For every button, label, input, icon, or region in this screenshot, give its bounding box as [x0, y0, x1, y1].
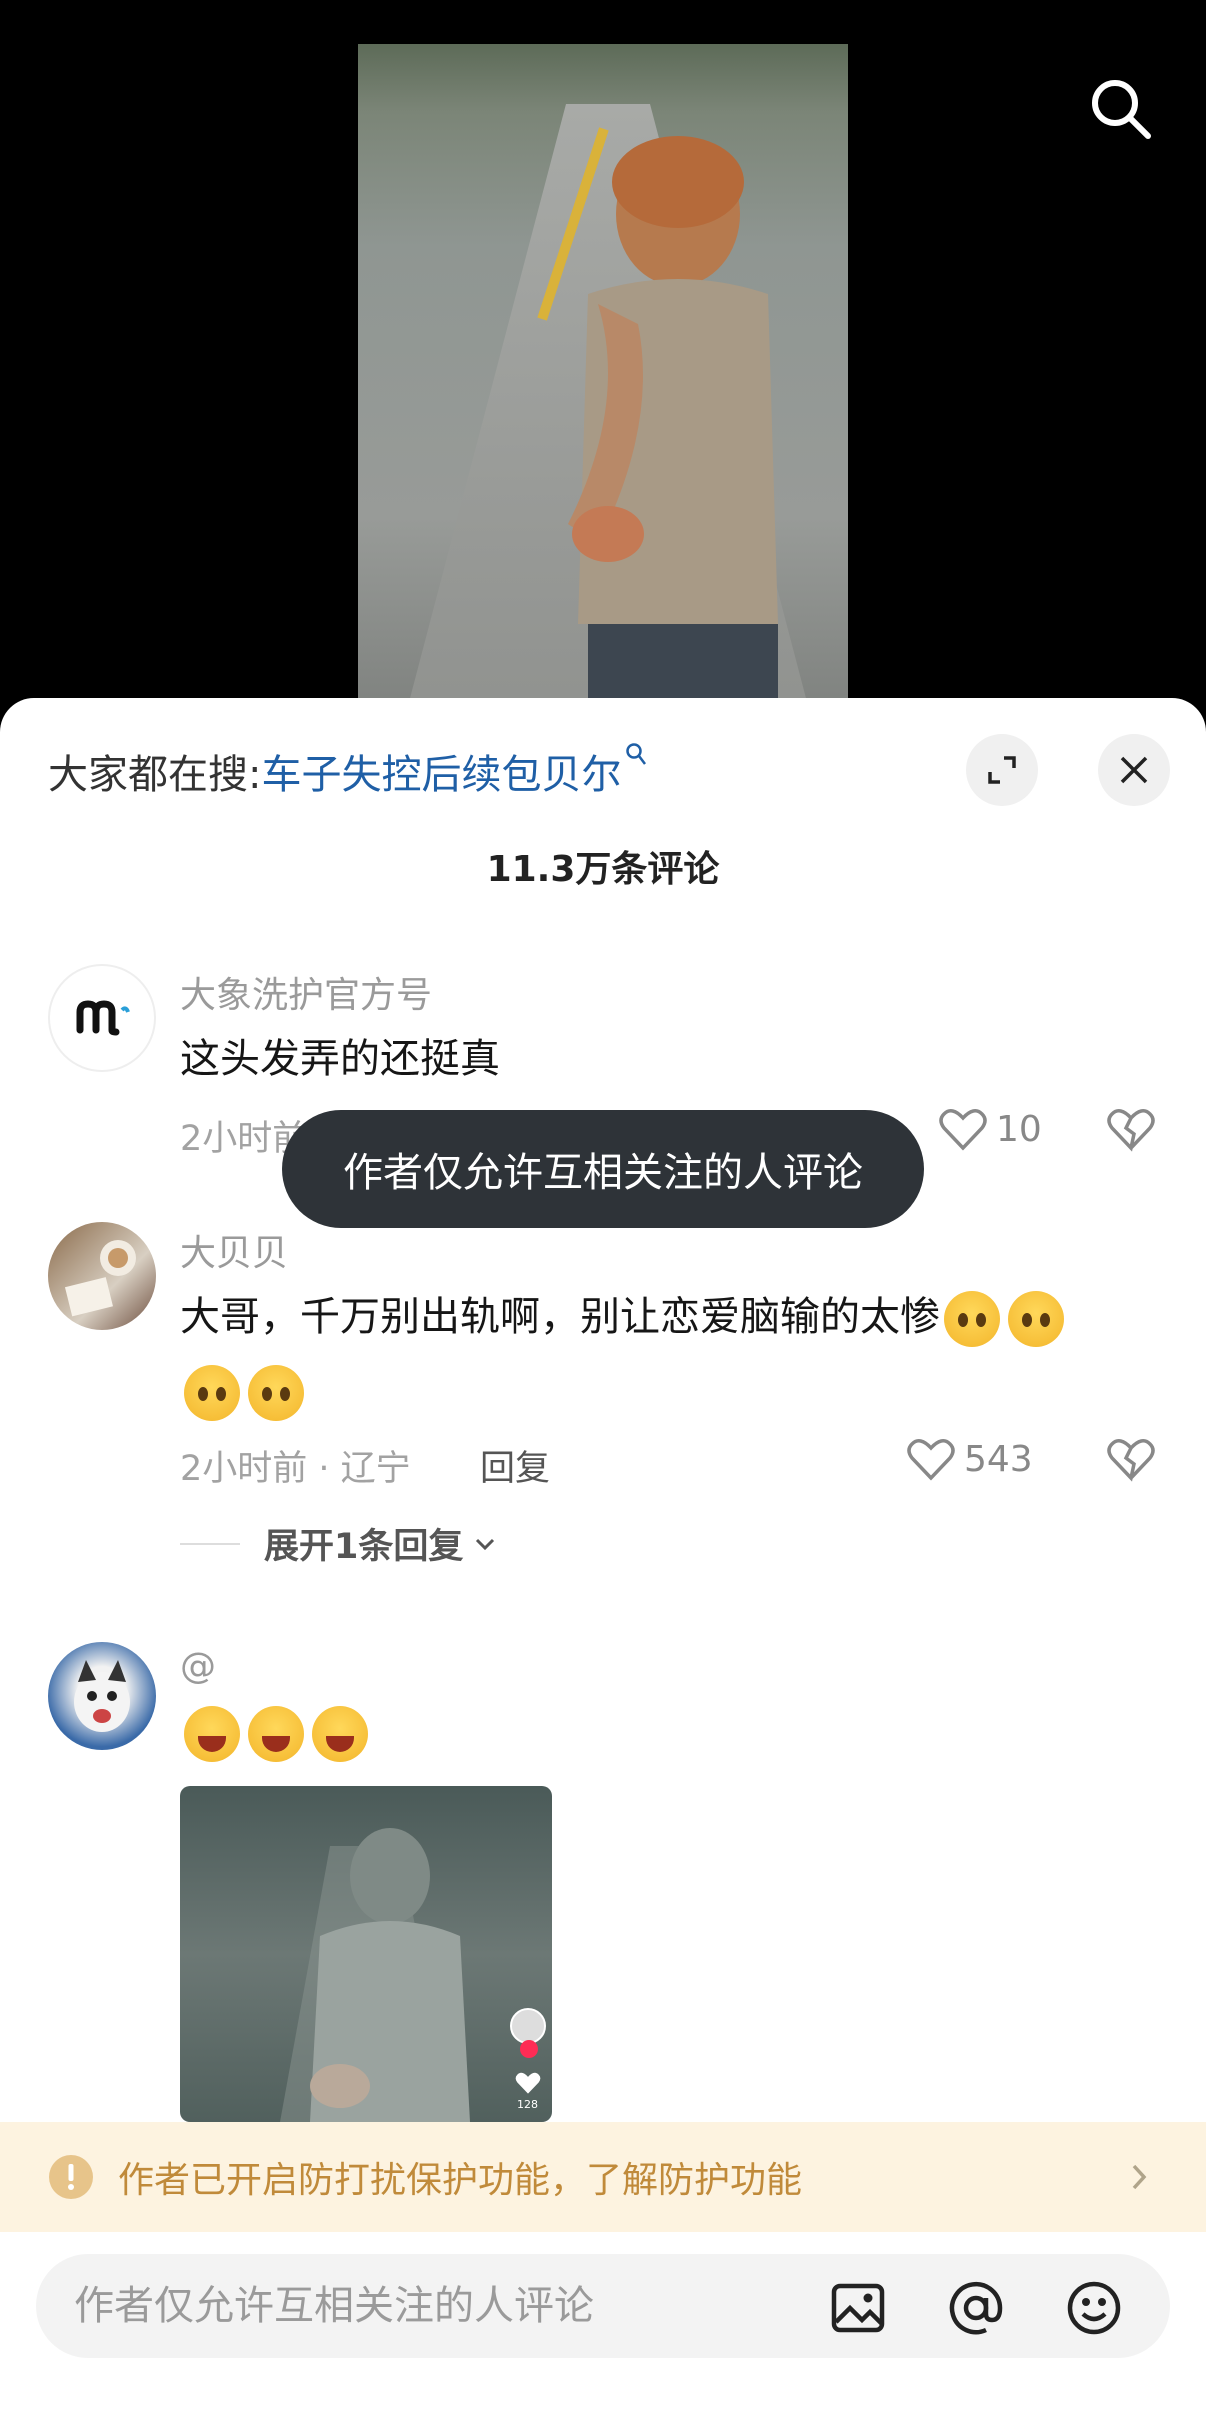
expand-replies-label: 展开1条回复 — [264, 1527, 464, 1567]
author-avatar — [510, 2008, 546, 2044]
avatar[interactable] — [48, 1222, 156, 1330]
brand-logo-icon — [76, 1000, 130, 1036]
heart-icon — [939, 1109, 987, 1151]
like-button[interactable]: 10 — [938, 1106, 1042, 1152]
comment-text: 这头发弄的还挺真 — [180, 1036, 500, 1082]
avatar[interactable] — [48, 1642, 156, 1750]
follow-badge — [520, 2040, 538, 2058]
comment-username[interactable]: 大贝贝 — [180, 1224, 288, 1276]
comment-video-thumbnail[interactable]: 128 — [180, 1786, 552, 2122]
reply-button[interactable]: 回复 — [480, 1440, 550, 1491]
broken-heart-icon — [1107, 1109, 1155, 1152]
toast-message: 作者仅允许互相关注的人评论 — [282, 1110, 924, 1228]
trending-search[interactable]: 大家都在搜:车子失控后续包贝尔 — [48, 742, 647, 800]
avatar-image — [64, 1240, 136, 1317]
like-count: 10 — [996, 1108, 1042, 1150]
laughing-emoji-icon — [184, 1706, 240, 1762]
crying-emoji-icon — [248, 1365, 304, 1421]
thumbnail-like-count: 128 — [517, 2098, 538, 2111]
close-icon — [1120, 756, 1148, 784]
laughing-emoji-icon — [248, 1706, 304, 1762]
comment-time: 2小时前 · 辽宁 — [180, 1449, 411, 1489]
crying-emoji-icon — [1008, 1291, 1064, 1347]
image-icon[interactable] — [830, 2280, 886, 2336]
emoji-row — [180, 1706, 372, 1762]
search-icon[interactable] — [1088, 76, 1152, 140]
anti-harassment-notice[interactable]: 作者已开启防打扰保护功能，了解防护功能 — [0, 2122, 1206, 2232]
chevron-right-icon — [1132, 2164, 1147, 2190]
chevron-down-icon — [476, 1538, 495, 1550]
close-button[interactable] — [1098, 734, 1170, 806]
comment-username[interactable]: 大象洗护官方号 — [180, 966, 432, 1018]
heart-icon — [515, 2072, 541, 2094]
broken-heart-icon — [1107, 1439, 1155, 1482]
comment-username[interactable]: @ — [180, 1646, 216, 1687]
heart-icon — [907, 1439, 955, 1481]
video-frame[interactable] — [358, 44, 848, 720]
crying-emoji-icon — [944, 1291, 1000, 1347]
alert-icon — [49, 2155, 93, 2199]
trending-prefix: 大家都在搜: — [48, 752, 262, 798]
divider — [180, 1542, 240, 1545]
emoji-icon[interactable] — [1066, 2280, 1122, 2336]
comment-body: 大哥，千万别出轨啊，别让恋爱脑输的太惨 — [180, 1280, 1160, 1428]
trending-keyword[interactable]: 车子失控后续包贝尔 — [261, 752, 621, 798]
thumbnail-person-image — [280, 1828, 470, 2122]
avatar-image — [74, 1660, 130, 1732]
person-image — [568, 136, 778, 720]
comments-count: 11.3万条评论 — [486, 849, 720, 890]
crying-emoji-icon — [184, 1365, 240, 1421]
dislike-button[interactable] — [1106, 1106, 1156, 1156]
comment-text: 大哥，千万别出轨啊，别让恋爱脑输的太惨 — [180, 1294, 940, 1340]
notice-text: 作者已开启防打扰保护功能，了解防护功能 — [118, 2160, 803, 2201]
search-icon — [626, 743, 647, 765]
dislike-button[interactable] — [1106, 1436, 1156, 1486]
like-count: 543 — [964, 1438, 1033, 1480]
comment-input[interactable] — [72, 2254, 832, 2358]
comment-input-bar[interactable] — [36, 2254, 1170, 2358]
video-player[interactable] — [0, 0, 1206, 720]
expand-button[interactable] — [966, 734, 1038, 806]
expand-icon — [988, 756, 1016, 784]
like-button[interactable]: 543 — [906, 1436, 1033, 1482]
expand-replies-button[interactable]: 展开1条回复 — [180, 1518, 499, 1569]
at-icon[interactable] — [948, 2280, 1004, 2336]
avatar[interactable] — [48, 964, 156, 1072]
laughing-emoji-icon — [312, 1706, 368, 1762]
